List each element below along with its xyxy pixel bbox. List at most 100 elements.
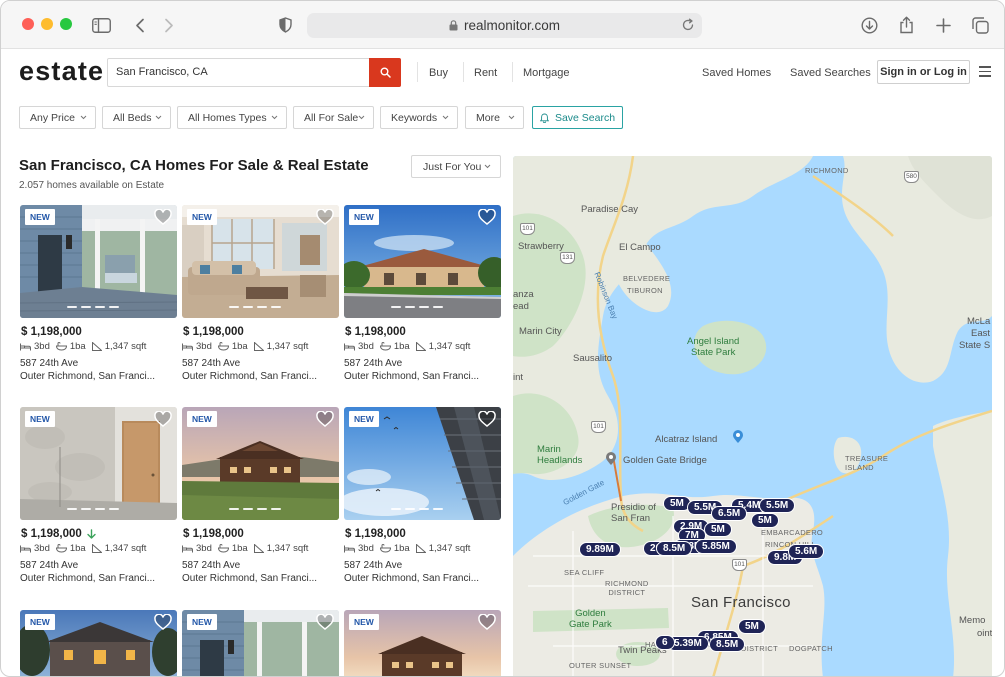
price-pin[interactable]: 5M [704,522,732,537]
site-logo[interactable]: estate [19,56,104,87]
favorite-heart-icon[interactable] [154,614,172,630]
map-label-san-francisco: San Francisco [691,594,791,611]
filter-home-types-dropdown[interactable]: All Homes Types [177,106,287,129]
landmark-pin-icon[interactable] [732,430,744,444]
landmark-pin-icon[interactable] [605,452,617,466]
location-search-input[interactable]: San Francisco, CA [107,58,401,87]
tab-overview-icon[interactable] [969,14,991,36]
downloads-icon[interactable] [858,14,880,36]
saved-searches-link[interactable]: Saved Searches [790,67,871,79]
favorite-heart-icon[interactable] [154,209,172,225]
listing-photo[interactable]: NEW [344,407,501,520]
menu-icon[interactable] [979,66,991,77]
chevron-down-icon [508,115,515,120]
map-label-richmond: RICHMOND [805,166,849,175]
listing-price: $ 1,198,000 [345,528,406,540]
forward-arrow-icon[interactable] [158,14,180,36]
bed-icon [182,545,193,552]
favorite-heart-icon[interactable] [316,209,334,225]
sidebar-toggle-icon[interactable] [90,14,112,36]
listing-area: Outer Richmond, San Franci... [182,371,318,382]
bed-icon [344,545,355,552]
privacy-shield-icon[interactable] [274,14,296,36]
beds-count: 3bd [358,543,374,554]
price-pin[interactable]: 8.5M [709,637,746,652]
listing-price: $ 1,198,000 [183,326,244,338]
sign-in-button[interactable]: Sign in or Log in [877,60,970,84]
filter-more-dropdown[interactable]: More [465,106,524,129]
filter-keywords-dropdown[interactable]: Keywords [380,106,458,129]
listing-photo[interactable]: NEW [182,205,339,318]
favorite-heart-icon[interactable] [154,411,172,427]
new-badge: NEW [25,614,55,630]
listing-photo[interactable]: NEW [20,205,177,318]
nav-rent-link[interactable]: Rent [474,67,497,79]
save-search-button[interactable]: Save Search [532,106,623,129]
bath-icon [379,544,391,553]
filter-beds-dropdown[interactable]: All Beds [102,106,171,129]
bed-icon [182,343,193,350]
baths-count: 1ba [393,543,410,554]
back-arrow-icon[interactable] [129,14,151,36]
favorite-heart-icon[interactable] [478,209,496,225]
bath-icon [217,342,229,351]
listing-specs: 3bd 1ba 1,347 sqft [182,543,314,554]
favorite-heart-icon[interactable] [478,411,496,427]
address-bar[interactable]: realmonitor.com [307,13,702,38]
listing-photo[interactable]: NEW [20,407,177,520]
map-label-mcla: McLa [967,316,991,327]
chevron-down-icon [442,115,449,120]
listing-address: 587 24th Ave [344,358,403,369]
minimize-window-button[interactable] [41,18,53,30]
new-tab-plus-icon[interactable] [932,14,954,36]
price-pin[interactable]: 5.5M [759,498,796,513]
listing-photo[interactable]: NEW [20,610,177,676]
filter-label: All Homes Types [188,111,267,124]
filter-sale-type-dropdown[interactable]: All For Sale [293,106,374,129]
price-pin[interactable]: 6.5M [711,506,748,521]
price-pin[interactable]: 5.85M [695,539,737,554]
reload-icon[interactable] [681,18,695,32]
nav-mortgage-link[interactable]: Mortgage [523,67,569,79]
filter-price-dropdown[interactable]: Any Price [19,106,96,129]
photo-carousel-indicator [229,306,285,308]
favorite-heart-icon[interactable] [478,614,496,630]
listing-photo[interactable]: NEW [344,610,501,676]
listing-photo[interactable]: NEW [182,407,339,520]
close-window-button[interactable] [22,18,34,30]
new-badge: NEW [25,209,55,225]
favorite-heart-icon[interactable] [316,614,334,630]
share-icon[interactable] [895,14,917,36]
price-pin[interactable]: 9.89M [579,542,621,557]
listing-specs: 3bd 1ba 1,347 sqft [20,543,152,554]
sort-label: Just For You [423,160,482,173]
price-pin[interactable]: 8.5M [656,541,693,556]
map-label-paradise-cay: Paradise Cay [581,204,639,215]
new-badge: NEW [349,209,379,225]
zoom-window-button[interactable] [60,18,72,30]
filter-label: All Beds [113,111,152,124]
listing-price-value: $ 1,198,000 [21,326,82,338]
map-label-angel-island: Angel Island State Park [687,336,740,358]
price-pin[interactable]: 6 [655,635,675,650]
map-label-oint: oint [977,628,992,639]
sqft-value: 1,347 sqft [266,543,309,554]
baths-count: 1ba [393,341,410,352]
price-pin[interactable]: 5.6M [788,544,825,559]
browser-window: realmonitor.com estate San Francisco, CA… [0,0,1005,677]
price-pin[interactable]: 5M [738,619,766,634]
bell-icon [539,113,549,123]
favorite-heart-icon[interactable] [316,411,334,427]
listing-address: 587 24th Ave [20,358,79,369]
nav-divider [512,62,513,82]
listing-specs: 3bd 1ba 1,347 sqft [182,341,314,352]
listing-photo[interactable]: NEW [344,205,501,318]
search-button[interactable] [369,58,401,87]
sort-dropdown[interactable]: Just For You [411,155,501,178]
results-map[interactable]: RICHMOND Paradise Cay Strawberry El Camp… [513,156,992,676]
listing-photo[interactable]: NEW [182,610,339,676]
map-label-sausalito: Sausalito [573,353,613,364]
price-pin[interactable]: 5M [751,513,779,528]
nav-buy-link[interactable]: Buy [429,67,448,79]
saved-homes-link[interactable]: Saved Homes [702,67,771,79]
